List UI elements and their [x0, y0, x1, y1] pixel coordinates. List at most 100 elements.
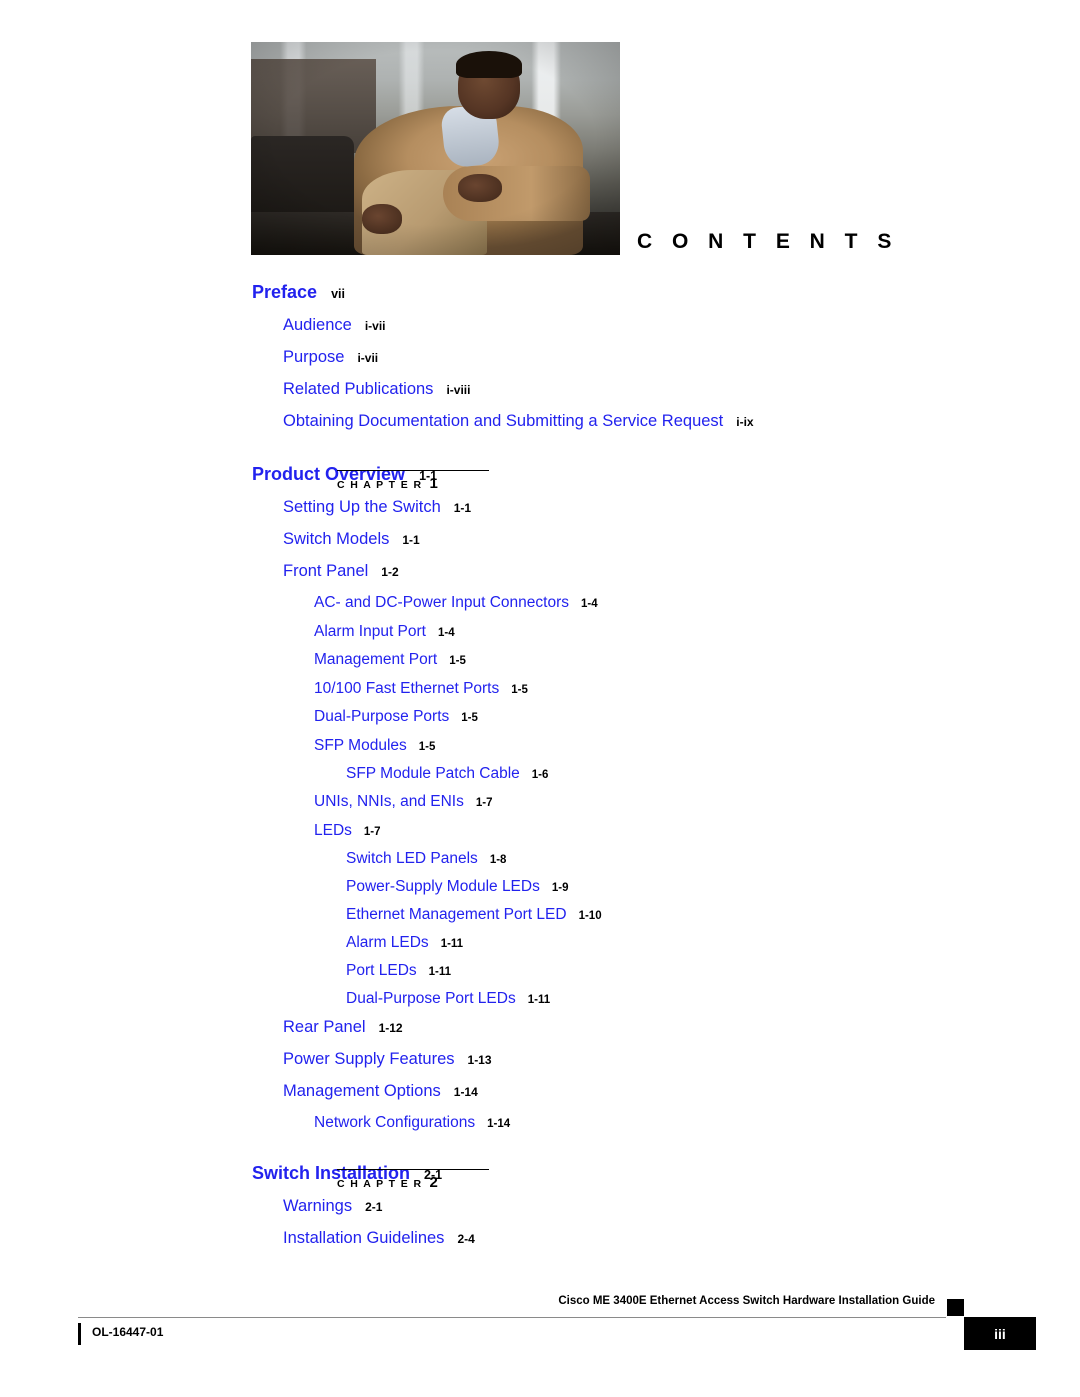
- toc-entry-page: 2-4: [457, 1231, 475, 1246]
- toc-entry[interactable]: 10/100 Fast Ethernet Ports 1-5: [314, 680, 1080, 709]
- toc-entry-title[interactable]: SFP Module Patch Cable: [346, 765, 520, 783]
- toc-entry[interactable]: UNIs, NNIs, and ENIs 1-7: [314, 793, 1080, 822]
- toc-entry-page: 1-1: [453, 501, 472, 515]
- toc-entry-title[interactable]: Setting Up the Switch: [283, 498, 441, 517]
- footer-square-marker: [947, 1299, 964, 1316]
- toc-entry[interactable]: C H A P T E R 1 Product Overview 1-1: [252, 464, 1080, 498]
- toc-entry-page: 1-11: [440, 938, 464, 950]
- toc-entry[interactable]: Power Supply Features 1-13: [283, 1050, 1080, 1082]
- toc-entry[interactable]: LEDs 1-7: [314, 822, 1080, 851]
- cover-photo: [251, 42, 620, 255]
- toc-entry-title[interactable]: Dual-Purpose Port LEDs: [346, 990, 516, 1008]
- toc-entry-page: 1-14: [487, 1118, 511, 1130]
- toc-entry[interactable]: Management Port 1-5: [314, 651, 1080, 680]
- toc-entry-title[interactable]: Installation Guidelines: [283, 1229, 444, 1248]
- chapter-marker: C H A P T E R 2: [337, 1168, 489, 1192]
- toc-entry[interactable]: Related Publications i-viii: [283, 380, 1080, 412]
- toc-entry[interactable]: Switch Models 1-1: [283, 530, 1080, 562]
- toc-entry-title[interactable]: Management Options: [283, 1082, 441, 1101]
- toc-entry-title[interactable]: Ethernet Management Port LED: [346, 906, 567, 924]
- toc-entry[interactable]: Audience i-vii: [283, 316, 1080, 348]
- page-title: C O N T E N T S: [637, 230, 899, 253]
- toc-entry-title[interactable]: UNIs, NNIs, and ENIs: [314, 793, 464, 811]
- toc-entry[interactable]: Preface vii: [252, 282, 1080, 316]
- toc-entry[interactable]: Setting Up the Switch 1-1: [283, 498, 1080, 530]
- toc-entry-title[interactable]: Power-Supply Module LEDs: [346, 878, 540, 896]
- toc-entry-title[interactable]: AC- and DC-Power Input Connectors: [314, 594, 569, 612]
- toc-entry-title[interactable]: Front Panel: [283, 562, 368, 581]
- toc-entry-title[interactable]: Management Port: [314, 651, 437, 669]
- toc-entry-title[interactable]: Rear Panel: [283, 1018, 366, 1037]
- toc-entry-page: 1-6: [531, 769, 549, 781]
- toc-entry-page: 1-1: [402, 533, 420, 547]
- toc-entry-title[interactable]: Related Publications: [283, 380, 433, 399]
- toc-entry-title[interactable]: Warnings: [283, 1197, 352, 1216]
- toc-entry-title[interactable]: Audience: [283, 316, 352, 335]
- toc-entry-title[interactable]: Port LEDs: [346, 962, 417, 980]
- chapter-label: C H A P T E R: [337, 1177, 423, 1190]
- toc-entry-title[interactable]: 10/100 Fast Ethernet Ports: [314, 680, 499, 698]
- toc-entry-title[interactable]: Switch Models: [283, 530, 389, 549]
- toc-entry[interactable]: Warnings 2-1: [283, 1197, 1080, 1229]
- toc-entry-page: i-vii: [364, 319, 386, 333]
- toc-entry[interactable]: C H A P T E R 2 Switch Installation 2-1: [252, 1163, 1080, 1197]
- footer-document-id: OL-16447-01: [92, 1325, 164, 1339]
- page-header: C O N T E N T S: [0, 0, 1080, 270]
- toc-entry-page: 1-7: [363, 825, 381, 838]
- toc-entry[interactable]: Alarm LEDs 1-11: [346, 934, 1080, 962]
- toc-entry-page: 1-12: [378, 1021, 403, 1035]
- toc-entry[interactable]: Ethernet Management Port LED 1-10: [346, 906, 1080, 934]
- toc-entry-page: 1-5: [449, 655, 466, 667]
- toc-entry-title[interactable]: Power Supply Features: [283, 1050, 455, 1069]
- toc-entry-page: i-vii: [357, 351, 379, 365]
- toc-entry-page: vii: [331, 287, 345, 301]
- toc-entry-page: 1-10: [578, 910, 602, 922]
- toc-entry-page: 1-4: [581, 598, 598, 610]
- toc-entry-title[interactable]: Network Configurations: [314, 1114, 475, 1132]
- toc-entry-title[interactable]: Alarm LEDs: [346, 934, 429, 952]
- toc-entry-page: 1-4: [438, 626, 455, 639]
- toc-entry-page: i-ix: [736, 415, 754, 429]
- toc-entry-page: 1-13: [467, 1053, 492, 1067]
- toc-entry[interactable]: Dual-Purpose Ports 1-5: [314, 708, 1080, 737]
- toc-entry[interactable]: Switch LED Panels 1-8: [346, 850, 1080, 878]
- toc-entry[interactable]: Port LEDs 1-11: [346, 962, 1080, 990]
- toc-entry[interactable]: Dual-Purpose Port LEDs 1-11: [346, 990, 1080, 1018]
- toc-entry[interactable]: SFP Module Patch Cable 1-6: [346, 765, 1080, 793]
- toc-entry-page: 1-5: [461, 712, 478, 724]
- toc-entry-page: 1-2: [381, 565, 399, 579]
- toc-entry-page: 1-9: [551, 882, 569, 894]
- toc-entry-title[interactable]: Alarm Input Port: [314, 623, 426, 641]
- toc-entry[interactable]: Purpose i-vii: [283, 348, 1080, 380]
- toc-entry-title[interactable]: Purpose: [283, 348, 344, 367]
- toc-entry[interactable]: Alarm Input Port 1-4: [314, 623, 1080, 652]
- footer-guide-title: Cisco ME 3400E Ethernet Access Switch Ha…: [558, 1295, 935, 1307]
- toc-entry[interactable]: Power-Supply Module LEDs 1-9: [346, 878, 1080, 906]
- toc-entry[interactable]: Network Configurations 1-14: [314, 1114, 1080, 1143]
- toc-entry-page: 2-1: [365, 1199, 383, 1214]
- toc-entry[interactable]: Management Options 1-14: [283, 1082, 1080, 1114]
- toc-entry-page: 1-5: [511, 683, 528, 696]
- table-of-contents: Preface vii Audience i-vii Purpose i-vii Relat…: [0, 272, 1080, 1261]
- toc-entry-title[interactable]: Dual-Purpose Ports: [314, 708, 449, 726]
- toc-entry-title[interactable]: SFP Modules: [314, 737, 407, 755]
- toc-entry-page: 1-8: [489, 854, 507, 866]
- toc-entry-page: 1-14: [453, 1085, 478, 1099]
- footer-divider: [78, 1317, 946, 1318]
- photo-vignette: [251, 42, 620, 255]
- toc-entry-page: 1-5: [418, 740, 436, 753]
- toc-entry[interactable]: Obtaining Documentation and Submitting a…: [283, 412, 1080, 444]
- toc-entry-title[interactable]: Preface: [252, 282, 317, 303]
- toc-entry-title[interactable]: Switch LED Panels: [346, 850, 478, 868]
- toc-entry[interactable]: Rear Panel 1-12: [283, 1018, 1080, 1050]
- footer-tick-marker: [78, 1323, 81, 1345]
- toc-entry-page: 1-11: [428, 966, 452, 978]
- toc-entry[interactable]: AC- and DC-Power Input Connectors 1-4: [314, 594, 1080, 623]
- page-footer: Cisco ME 3400E Ethernet Access Switch Ha…: [0, 1295, 1080, 1367]
- toc-entry[interactable]: Installation Guidelines 2-4: [283, 1229, 1080, 1261]
- toc-entry[interactable]: SFP Modules 1-5: [314, 737, 1080, 766]
- toc-entry[interactable]: Front Panel 1-2: [283, 562, 1080, 594]
- toc-entry-title[interactable]: LEDs: [314, 822, 352, 840]
- toc-entry-title[interactable]: Obtaining Documentation and Submitting a…: [283, 412, 723, 431]
- chapter-marker: C H A P T E R 1: [337, 470, 489, 493]
